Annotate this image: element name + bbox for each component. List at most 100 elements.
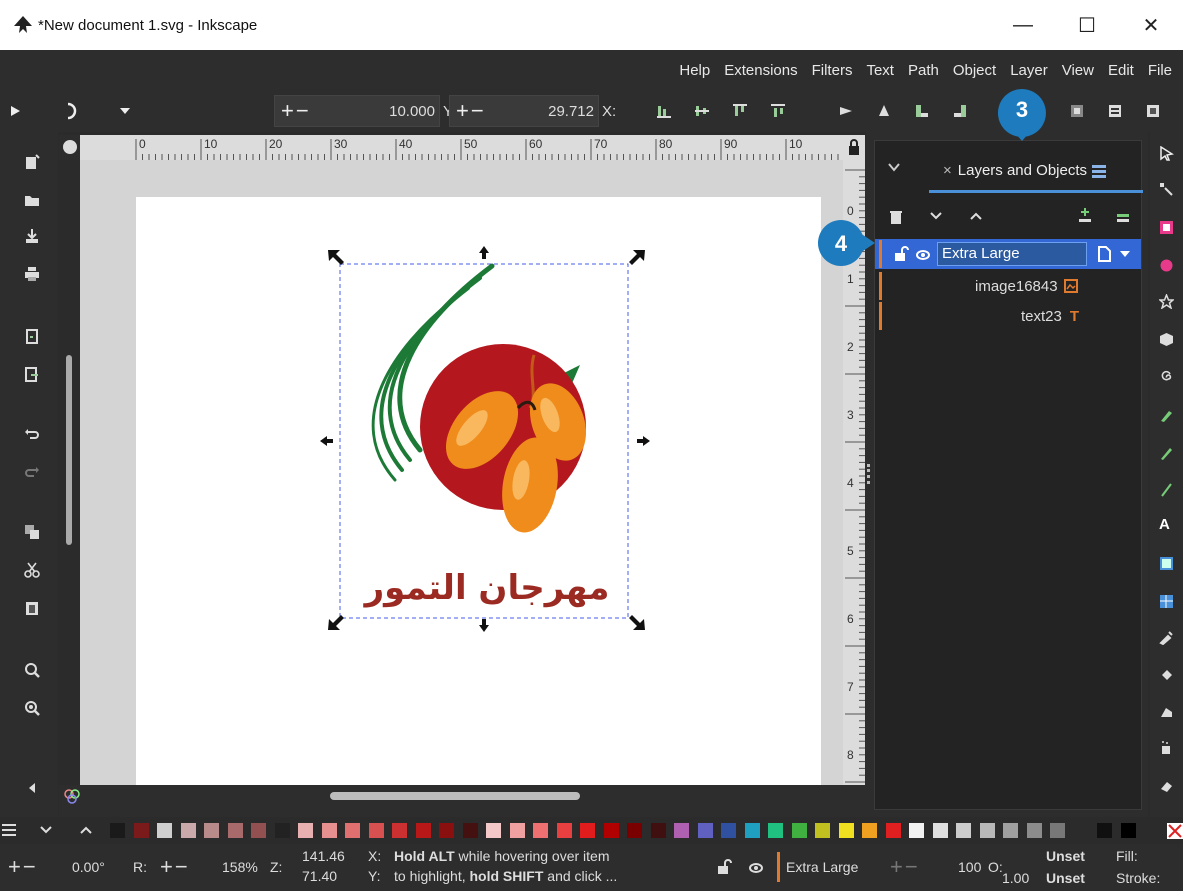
color-swatch[interactable] [227, 823, 243, 838]
color-swatch[interactable] [204, 823, 219, 838]
export-icon[interactable] [24, 366, 40, 382]
text-tool-icon[interactable]: A [1159, 516, 1174, 533]
dropper-tool-icon[interactable] [1159, 630, 1174, 645]
eraser-tool-icon[interactable] [1159, 778, 1174, 793]
align-distribute-icon[interactable] [1107, 103, 1123, 119]
color-swatch[interactable] [1097, 823, 1112, 838]
color-swatch[interactable] [791, 823, 807, 838]
color-swatch[interactable] [439, 823, 454, 838]
menu-view[interactable]: View [1062, 62, 1094, 79]
color-swatch[interactable] [509, 823, 525, 838]
y-spinbox[interactable]: +− 10.000 [274, 95, 440, 127]
ruler-corner-icon[interactable] [59, 135, 80, 160]
layer-name-input[interactable]: Extra Large [937, 242, 1087, 266]
color-swatch[interactable] [909, 823, 924, 838]
current-layer-name[interactable]: Extra Large [786, 859, 858, 875]
spray-tool-icon[interactable] [1159, 740, 1174, 755]
color-swatch[interactable] [815, 823, 830, 838]
color-swatch[interactable] [674, 823, 689, 838]
opacity-plus-minus[interactable]: +− [890, 854, 920, 880]
x-spinbox[interactable]: +− 29.712 [449, 95, 599, 127]
add-layer-icon[interactable] [1115, 207, 1131, 223]
layer-dropdown-chevron-icon[interactable] [1119, 249, 1131, 259]
menu-extensions[interactable]: Extensions [724, 62, 797, 79]
menu-help[interactable]: Help [679, 62, 710, 79]
no-paint-icon[interactable] [1167, 823, 1183, 839]
color-swatch[interactable] [932, 823, 948, 838]
close-button[interactable]: ✕ [1119, 0, 1183, 50]
tweak-tool-icon[interactable] [1159, 704, 1174, 719]
color-swatch[interactable] [415, 823, 431, 838]
open-folder-icon[interactable] [24, 192, 40, 208]
color-swatch[interactable] [486, 823, 501, 838]
color-swatch[interactable] [956, 823, 971, 838]
node-tool-icon[interactable] [1159, 182, 1174, 197]
visibility-eye-icon[interactable] [915, 246, 931, 262]
color-swatch[interactable] [462, 823, 478, 838]
rotate-cw-icon[interactable] [952, 103, 968, 119]
tab-layers-and-objects[interactable]: × Layers and Objects [929, 151, 1143, 193]
x-plus-minus[interactable]: +− [450, 98, 492, 124]
color-swatch[interactable] [885, 823, 901, 838]
color-swatch[interactable] [721, 823, 736, 838]
stroke-value[interactable]: Unset [1046, 870, 1085, 886]
vertical-scrollbar[interactable] [66, 355, 72, 545]
menu-object[interactable]: Object [953, 62, 996, 79]
color-swatch[interactable] [251, 823, 266, 838]
color-swatch[interactable] [979, 823, 995, 838]
color-swatch[interactable] [392, 823, 407, 838]
rectangle-tool-icon[interactable] [1159, 220, 1174, 235]
color-swatch[interactable] [862, 823, 877, 838]
maximize-button[interactable]: ☐ [1055, 0, 1119, 50]
menu-file[interactable]: File [1148, 62, 1172, 79]
zoom-plus-minus[interactable]: +− [160, 854, 190, 880]
print-icon[interactable] [24, 266, 40, 282]
x-value[interactable]: 29.712 [548, 103, 594, 120]
color-managed-icon[interactable] [62, 786, 82, 806]
cut-scissors-icon[interactable] [24, 562, 40, 578]
lock-icon[interactable] [843, 135, 865, 160]
palette-menu-icon[interactable] [0, 821, 18, 839]
horizontal-ruler[interactable]: 0 10 20 30 40 50 60 70 80 90 10 [80, 135, 848, 160]
minimize-button[interactable]: — [991, 0, 1055, 50]
rotate-icon[interactable] [62, 90, 84, 132]
align-bottom-icon[interactable] [656, 103, 672, 119]
horizontal-scrollbar[interactable] [330, 792, 580, 800]
zoom-selection-icon[interactable] [24, 662, 40, 678]
object-properties-icon[interactable] [1145, 103, 1161, 119]
color-swatch[interactable] [368, 823, 384, 838]
save-icon[interactable] [24, 228, 40, 244]
color-swatch[interactable] [768, 823, 783, 838]
spiral-tool-icon[interactable] [1159, 370, 1174, 385]
y-plus-minus[interactable]: +− [275, 98, 317, 124]
delete-trash-icon[interactable] [889, 209, 903, 225]
color-swatch[interactable] [274, 823, 290, 838]
color-swatch[interactable] [1003, 823, 1018, 838]
color-swatch[interactable] [1073, 823, 1089, 838]
menu-text[interactable]: Text [866, 62, 894, 79]
menu-filters[interactable]: Filters [812, 62, 853, 79]
color-swatch[interactable] [321, 823, 337, 838]
color-swatch[interactable] [298, 823, 313, 838]
selector-tool-icon[interactable] [1159, 146, 1174, 161]
import-icon[interactable] [24, 328, 40, 344]
rotation-plus-minus[interactable]: +− [8, 854, 38, 880]
layer-lock-icon[interactable] [716, 859, 732, 875]
menu-path[interactable]: Path [908, 62, 939, 79]
color-swatch[interactable] [650, 823, 666, 838]
move-down-chevron-icon[interactable] [929, 211, 943, 221]
palette-chevron-down-icon[interactable] [40, 825, 52, 835]
flip-horizontal-icon[interactable] [838, 103, 854, 119]
color-swatch[interactable] [1120, 823, 1136, 838]
align-top-icon[interactable] [732, 103, 748, 119]
canvas-area[interactable]: مهرجان التمور [80, 160, 843, 785]
y-value[interactable]: 10.000 [389, 103, 435, 120]
redo-icon[interactable] [24, 464, 40, 480]
color-swatch[interactable] [744, 823, 760, 838]
rotation-value[interactable]: 0.00° [72, 859, 105, 875]
menu-edit[interactable]: Edit [1108, 62, 1134, 79]
artwork[interactable] [80, 160, 843, 785]
align-center-icon[interactable] [694, 103, 710, 119]
color-swatch[interactable] [110, 823, 125, 838]
color-swatch[interactable] [838, 823, 854, 838]
